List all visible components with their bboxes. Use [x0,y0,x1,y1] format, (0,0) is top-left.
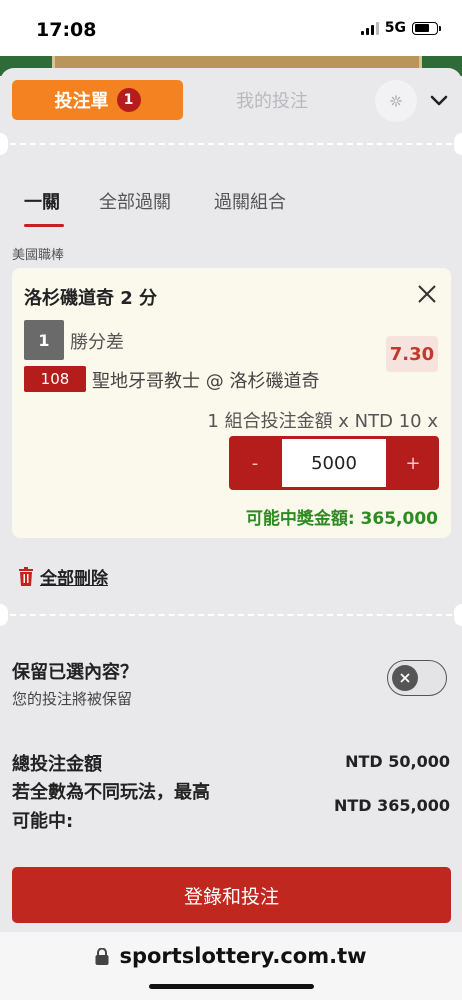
odds-value: 7.30 [386,336,438,372]
decrease-stake-button[interactable]: - [229,436,281,490]
settings-button[interactable] [375,80,417,122]
stake-input[interactable] [282,439,386,487]
chevron-down-icon [430,95,448,106]
tab-betslip-label: 投注單 [54,91,109,112]
status-bar: 17:08 5G [0,0,462,56]
active-tab-indicator [24,224,64,227]
league-label: 美國職棒 [12,248,65,263]
max-payout-value: NTD 365,000 [333,796,450,815]
event-id-badge: 108 [24,366,86,392]
keep-selection-title: 保留已選內容？ [12,662,138,683]
browser-url-bar[interactable]: sportslottery.com.tw [0,932,462,1000]
ticket-notch-left [0,604,8,626]
remove-bet-button[interactable] [415,282,439,306]
tab-all-parlay[interactable]: 全部過關 [99,188,171,228]
url-text: sportslottery.com.tw [119,944,367,968]
betslip-sheet: 投注單 1 我的投注 一關 全部過關 過關組合 美國職棒 洛杉磯道奇 2 分 1… [0,68,462,932]
ticket-notch-right [454,604,462,626]
status-indicators: 5G [360,20,441,36]
total-stake-label: 總投注金額 [12,754,102,775]
signal-icon [360,21,379,35]
bet-selection-title: 洛杉磯道奇 2 分 [24,288,158,309]
collapse-button[interactable] [428,90,450,112]
stake-stepper: - + [229,436,439,490]
status-time: 17:08 [36,19,97,41]
close-icon [400,673,410,683]
tab-betslip[interactable]: 投注單 1 [12,80,183,120]
delete-all-label: 全部刪除 [40,569,108,589]
event-name: 聖地牙哥教士 @ 洛杉磯道奇 [92,371,320,392]
selection-number: 1 [24,320,64,360]
delete-all-button[interactable]: 全部刪除 [18,564,108,589]
stake-description: 1 組合投注金額 x NTD 10 x [207,411,438,432]
close-icon [418,285,436,303]
gear-icon [390,95,402,107]
tab-my-bets[interactable]: 我的投注 [202,80,342,120]
tab-single[interactable]: 一關 [24,188,60,228]
ticket-notch-left [0,133,8,155]
network-label: 5G [384,20,406,36]
bet-mode-tabs: 一關 全部過關 過關組合 [0,188,462,228]
login-and-bet-button[interactable]: 登錄和投注 [12,867,451,923]
lock-icon [95,947,109,965]
battery-icon [412,21,441,35]
ticket-notch-right [454,133,462,155]
toggle-knob [392,665,418,691]
home-indicator[interactable] [149,984,314,989]
max-payout-label: 若全數為不同玩法，最高可能中: [12,782,210,832]
bet-card: 洛杉磯道奇 2 分 1 勝分差 7.30 108 聖地牙哥教士 @ 洛杉磯道奇 … [12,268,451,538]
url-display: sportslottery.com.tw [0,944,462,968]
total-stake-value: NTD 50,000 [345,752,450,771]
potential-payout: 可能中獎金額: 365,000 [245,509,438,529]
keep-selection-subtitle: 您的投注將被保留 [12,690,133,708]
market-name: 勝分差 [70,332,124,353]
increase-stake-button[interactable]: + [387,436,439,490]
betslip-count-badge: 1 [116,88,141,112]
tab-parlay-combos[interactable]: 過關組合 [214,188,286,228]
keep-selection-toggle[interactable] [387,660,447,696]
betslip-header: 投注單 1 我的投注 [0,68,462,132]
divider [0,614,462,616]
divider [0,143,462,145]
trash-icon [19,567,33,586]
